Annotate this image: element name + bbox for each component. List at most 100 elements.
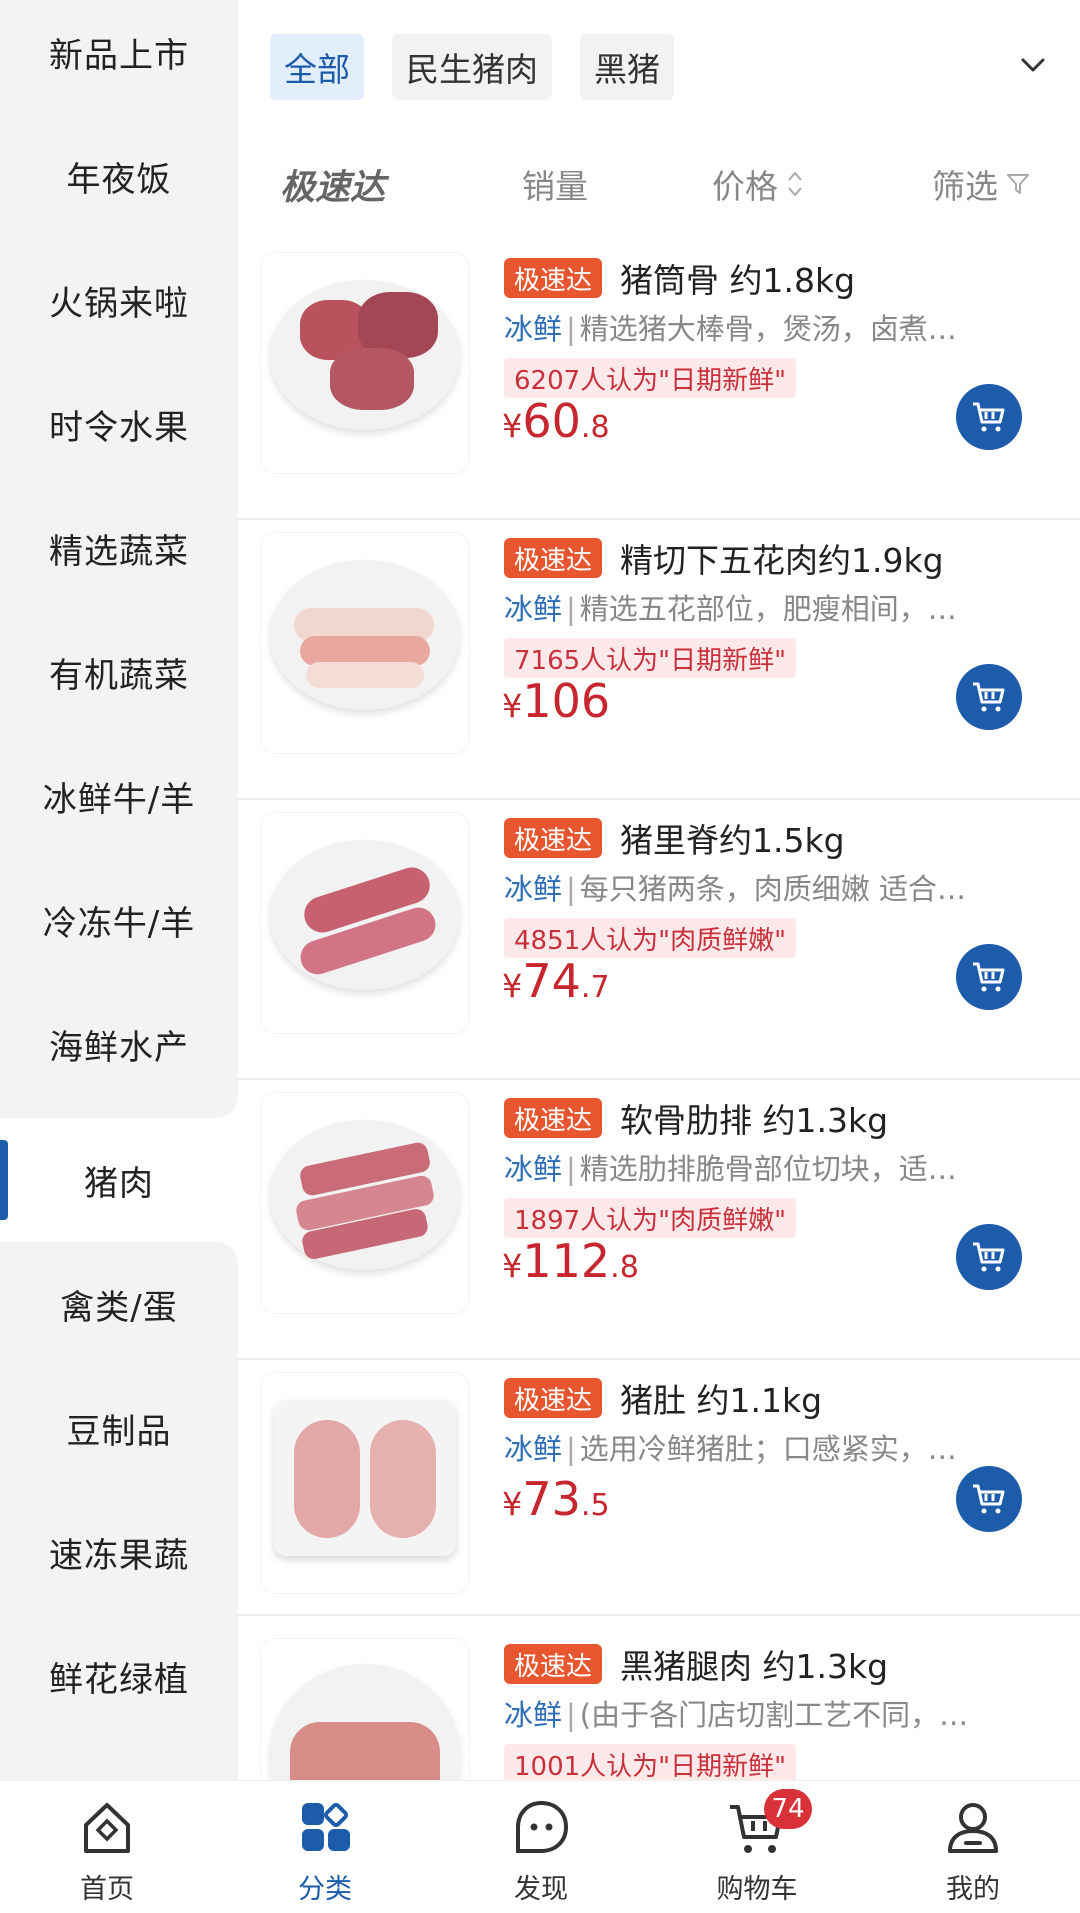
sidebar-item-organic[interactable]: 有机蔬菜 [0, 610, 238, 734]
jisuda-badge: 极速达 [504, 1644, 603, 1684]
add-to-cart-button[interactable] [956, 1224, 1022, 1290]
tab-minsheng-pork[interactable]: 民生猪肉 [392, 34, 552, 100]
product-title[interactable]: 猪肚 约1.1kg [620, 1374, 822, 1422]
sidebar-item-tofu[interactable]: 豆制品 [0, 1366, 238, 1490]
product-desc: 冰鲜 | 精选猪大棒骨，煲汤，卤煮… [504, 312, 957, 346]
add-to-cart-button[interactable] [956, 384, 1022, 450]
product-card[interactable]: 极速达 猪筒骨 约1.8kg 冰鲜 | 精选猪大棒骨，煲汤，卤煮… 6207人认为"… [238, 240, 1080, 520]
currency-symbol: ¥ [502, 687, 523, 725]
chilled-tag: 冰鲜 [504, 1152, 563, 1186]
product-price: ¥106 [502, 674, 610, 728]
desc-text: 选用冷鲜猪肚；口感紧实，… [579, 1432, 957, 1466]
add-to-cart-button[interactable] [956, 1466, 1022, 1532]
currency-symbol: ¥ [502, 1247, 523, 1285]
add-to-cart-button[interactable] [956, 664, 1022, 730]
desc-text: (由于各门店切割工艺不同，… [579, 1698, 969, 1732]
cart-icon [973, 1242, 1005, 1272]
sidebar-item-seafood[interactable]: 海鲜水产 [0, 982, 238, 1106]
product-card[interactable]: 极速达 猪肚 约1.1kg 冰鲜 | 选用冷鲜猪肚；口感紧实，… ¥73.5 [238, 1360, 1080, 1616]
sidebar-item-chilled-beef[interactable]: 冰鲜牛/羊 [0, 734, 238, 858]
price-integer: 106 [522, 674, 611, 728]
freshness-tag: 4851人认为"肉质鲜嫩" [504, 918, 797, 958]
product-desc: 冰鲜 | 精选肋排脆骨部位切块，适… [504, 1152, 957, 1186]
cart-count-badge: 74 [764, 1789, 812, 1829]
cart-icon [973, 962, 1005, 992]
product-card[interactable]: 极速达 猪里脊约1.5kg 冰鲜 | 每只猪两条，肉质细嫩 适合… 4851人认为"… [238, 800, 1080, 1080]
sidebar-item-hotpot[interactable]: 火锅来啦 [0, 238, 238, 362]
product-image[interactable] [260, 1638, 470, 1786]
nav-home-label: 首页 [80, 1874, 134, 1905]
sidebar-item-nianyefan[interactable]: 年夜饭 [0, 114, 238, 238]
meat-shape [370, 1420, 436, 1538]
sidebar-item-new[interactable]: 新品上市 [0, 0, 238, 114]
product-title[interactable]: 黑猪腿肉 约1.3kg [620, 1640, 888, 1688]
sort-price-label: 价格 [712, 167, 778, 206]
price-decimal: .8 [610, 1250, 639, 1285]
desc-text: 精选猪大棒骨，煲汤，卤煮… [579, 312, 957, 346]
product-card[interactable]: 极速达 精切下五花肉约1.9kg 冰鲜 | 精选五花部位，肥瘦相间，… 7165人认… [238, 520, 1080, 800]
product-price: ¥74.7 [502, 954, 610, 1008]
desc-text: 精选肋排脆骨部位切块，适… [579, 1152, 957, 1186]
tab-all[interactable]: 全部 [270, 34, 364, 100]
freshness-tag: 6207人认为"日期新鲜" [504, 358, 797, 398]
price-decimal: .7 [580, 970, 610, 1005]
product-desc: 冰鲜 | 每只猪两条，肉质细嫩 适合… [504, 872, 967, 906]
product-card[interactable]: 极速达 黑猪腿肉 约1.3kg 冰鲜 | (由于各门店切割工艺不同，… 1001人认… [238, 1626, 1080, 1786]
product-title[interactable]: 猪筒骨 约1.8kg [620, 254, 855, 302]
category-icon [302, 1802, 350, 1851]
jisuda-badge: 极速达 [504, 538, 603, 578]
product-title[interactable]: 软骨肋排 约1.3kg [620, 1094, 888, 1142]
meat-shape [290, 1722, 440, 1786]
sort-updown-icon [788, 171, 802, 197]
nav-profile-label: 我的 [946, 1874, 1000, 1905]
freshness-tag: 1001人认为"日期新鲜" [504, 1744, 797, 1784]
sort-price[interactable]: 价格 [712, 154, 804, 214]
sidebar-item-frozen-beef[interactable]: 冷冻牛/羊 [0, 858, 238, 982]
freshness-tag: 1897人认为"肉质鲜嫩" [504, 1198, 797, 1238]
filter-icon [1007, 174, 1029, 194]
desc-text: 每只猪两条，肉质细嫩 适合… [579, 872, 967, 906]
product-title[interactable]: 精切下五花肉约1.9kg [620, 534, 944, 582]
jisuda-badge: 极速达 [504, 258, 603, 298]
cart-icon [973, 682, 1005, 712]
product-price: ¥60.8 [502, 394, 610, 448]
product-title[interactable]: 猪里脊约1.5kg [620, 814, 845, 862]
product-image[interactable] [260, 252, 470, 474]
price-decimal: .8 [580, 410, 610, 445]
sidebar-item-vegetables[interactable]: 精选蔬菜 [0, 486, 238, 610]
add-to-cart-button[interactable] [956, 944, 1022, 1010]
nav-discover[interactable]: 发现 [466, 1781, 616, 1913]
product-image[interactable] [260, 1092, 470, 1314]
sidebar-item-frozen-veg[interactable]: 速冻果蔬 [0, 1490, 238, 1614]
currency-symbol: ¥ [502, 407, 523, 445]
product-image[interactable] [260, 1372, 470, 1594]
sidebar-item-flowers[interactable]: 鲜花绿植 [0, 1614, 238, 1738]
sort-brand-jisuda[interactable]: 极速达 [280, 154, 385, 214]
nav-home[interactable]: 首页 [32, 1781, 182, 1913]
product-card[interactable]: 极速达 软骨肋排 约1.3kg 冰鲜 | 精选肋排脆骨部位切块，适… 1897人认为… [238, 1080, 1080, 1360]
meat-shape [294, 1420, 360, 1538]
freshness-tag: 7165人认为"日期新鲜" [504, 638, 797, 678]
sidebar-item-pork[interactable]: 猪肉 [0, 1118, 238, 1242]
nav-profile[interactable]: 我的 [898, 1781, 1048, 1913]
chevron-down-icon[interactable] [1018, 50, 1048, 80]
chilled-tag: 冰鲜 [504, 312, 563, 346]
sidebar-item-fruit[interactable]: 时令水果 [0, 362, 238, 486]
product-image[interactable] [260, 812, 470, 1034]
nav-cart[interactable]: 74 购物车 [682, 1781, 832, 1913]
sort-sales[interactable]: 销量 [522, 154, 588, 214]
nav-discover-label: 发现 [514, 1874, 568, 1905]
price-integer: 74 [522, 954, 581, 1008]
price-integer: 112 [522, 1234, 611, 1288]
nav-category[interactable]: 分类 [250, 1781, 400, 1913]
currency-symbol: ¥ [502, 967, 523, 1005]
jisuda-badge: 极速达 [504, 1378, 603, 1418]
product-desc: 冰鲜 | (由于各门店切割工艺不同，… [504, 1698, 969, 1732]
sidebar-item-poultry[interactable]: 禽类/蛋 [0, 1242, 238, 1366]
chilled-tag: 冰鲜 [504, 1698, 563, 1732]
product-image[interactable] [260, 532, 470, 754]
sort-filter[interactable]: 筛选 [932, 154, 1030, 214]
cart-icon [973, 402, 1005, 432]
price-integer: 60 [522, 394, 581, 448]
tab-black-pork[interactable]: 黑猪 [580, 34, 674, 100]
